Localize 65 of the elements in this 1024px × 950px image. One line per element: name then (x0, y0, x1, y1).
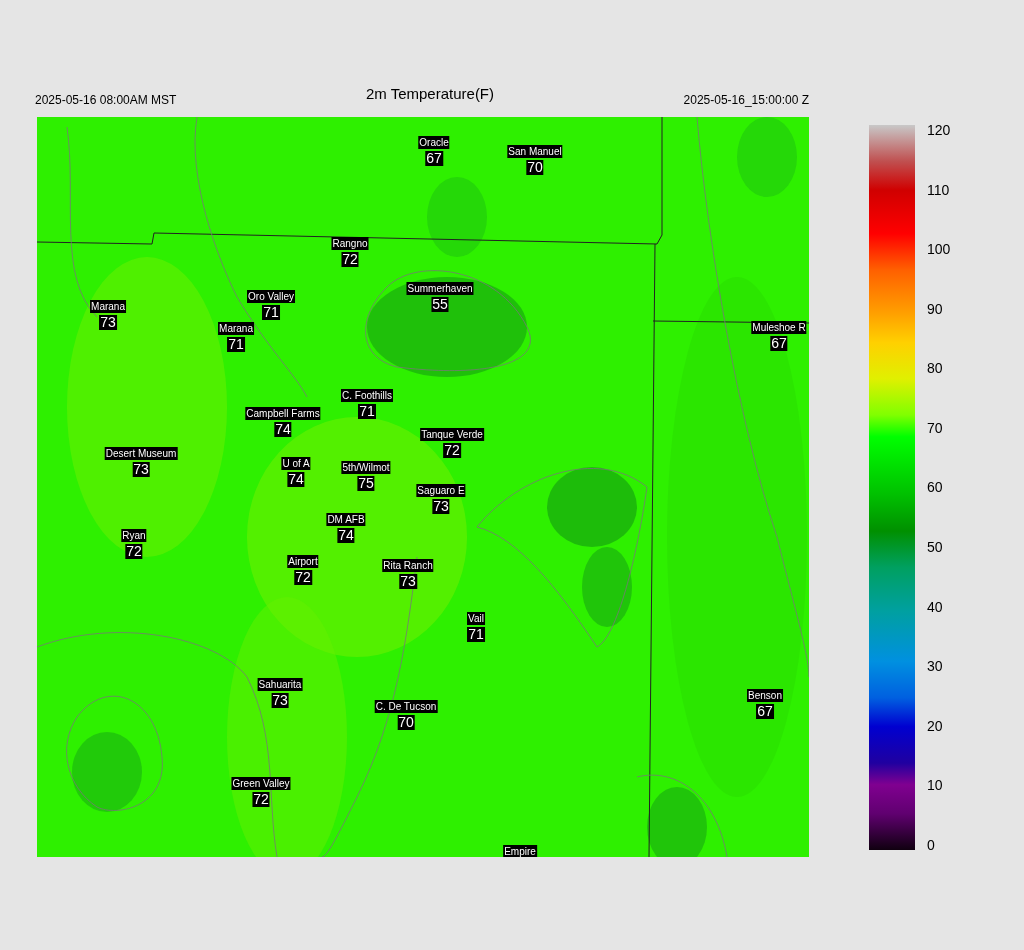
temperature-value: 72 (294, 570, 312, 585)
temperature-value: 71 (467, 627, 485, 642)
station-name: U of A (281, 457, 311, 470)
station-name: Marana (90, 300, 126, 313)
scale-tick-label: 0 (927, 836, 936, 853)
temperature-value: 67 (756, 704, 774, 719)
station-name: Green Valley (231, 777, 291, 790)
temperature-value: 73 (432, 499, 450, 514)
station-name: Rangno (331, 237, 369, 250)
station-name: DM AFB (326, 513, 366, 526)
station-name: Vail (467, 612, 485, 625)
station-name: Oracle (418, 136, 450, 149)
temperature-value: 75 (357, 476, 375, 491)
temperature-value: 73 (132, 462, 150, 477)
station-name: Marana (218, 322, 254, 335)
scale-tick-label: 50 (927, 539, 944, 556)
temperature-value: 67 (425, 151, 443, 166)
temperature-value: 72 (443, 443, 461, 458)
scale-tick-label: 90 (927, 300, 944, 317)
scale-tick-label: 70 (927, 419, 944, 436)
temperature-value: 72 (252, 792, 270, 807)
station-name: Summerhaven (406, 282, 474, 295)
scale-tick-label: 80 (927, 360, 944, 377)
station-name: Muleshoe R (751, 321, 807, 334)
scale-tick-label: 60 (927, 479, 944, 496)
scale-tick-label: 100 (927, 241, 951, 258)
station-name: Sahuarita (257, 678, 303, 691)
scale-tick-label: 10 (927, 777, 944, 794)
scale-tick-label: 30 (927, 658, 944, 675)
temperature-value: 73 (271, 693, 289, 708)
valid-time: 2025-05-16_15:00:00 Z (683, 92, 809, 109)
temperature-value: 71 (262, 305, 280, 320)
temperature-value: 71 (358, 404, 376, 419)
temperature-value: 70 (397, 715, 415, 730)
local-time: 2025-05-16 08:00AM MST (35, 92, 177, 109)
temperature-value: 55 (431, 297, 449, 312)
station-name: C. De Tucson (374, 700, 438, 713)
station-name: Saguaro E (416, 484, 466, 497)
scale-tick-label: 20 (927, 717, 944, 734)
temperature-value: 72 (341, 252, 359, 267)
temperature-value: 74 (337, 528, 355, 543)
station-name: 5th/Wilmot (341, 461, 391, 474)
station-name: Airport (287, 555, 319, 568)
station-name: San Manuel (507, 145, 563, 158)
scale-tick-label: 40 (927, 598, 944, 615)
station-name: C. Foothills (341, 389, 393, 402)
station-name: Ryan (121, 529, 147, 542)
temperature-value: 73 (99, 315, 117, 330)
station-name: Tanque Verde (420, 428, 484, 441)
temperature-value: 74 (287, 472, 305, 487)
temperature-value: 73 (399, 574, 417, 589)
temperature-value: 74 (274, 422, 292, 437)
temperature-value: 70 (526, 160, 544, 175)
station-name: Rita Ranch (382, 559, 434, 572)
chart-title: 2m Temperature(F) (365, 83, 495, 104)
temperature-value: 71 (227, 337, 245, 352)
scale-tick-label: 120 (927, 122, 951, 138)
temperature-value: 72 (125, 544, 143, 559)
station-name: Oro Valley (247, 290, 295, 303)
station-name: Campbell Farms (245, 407, 321, 420)
station-name: Empire (503, 845, 537, 857)
station-name: Benson (747, 689, 783, 702)
temperature-value: 67 (770, 336, 788, 351)
station-name: Desert Museum (104, 447, 178, 460)
scale-tick-label: 110 (927, 181, 951, 198)
